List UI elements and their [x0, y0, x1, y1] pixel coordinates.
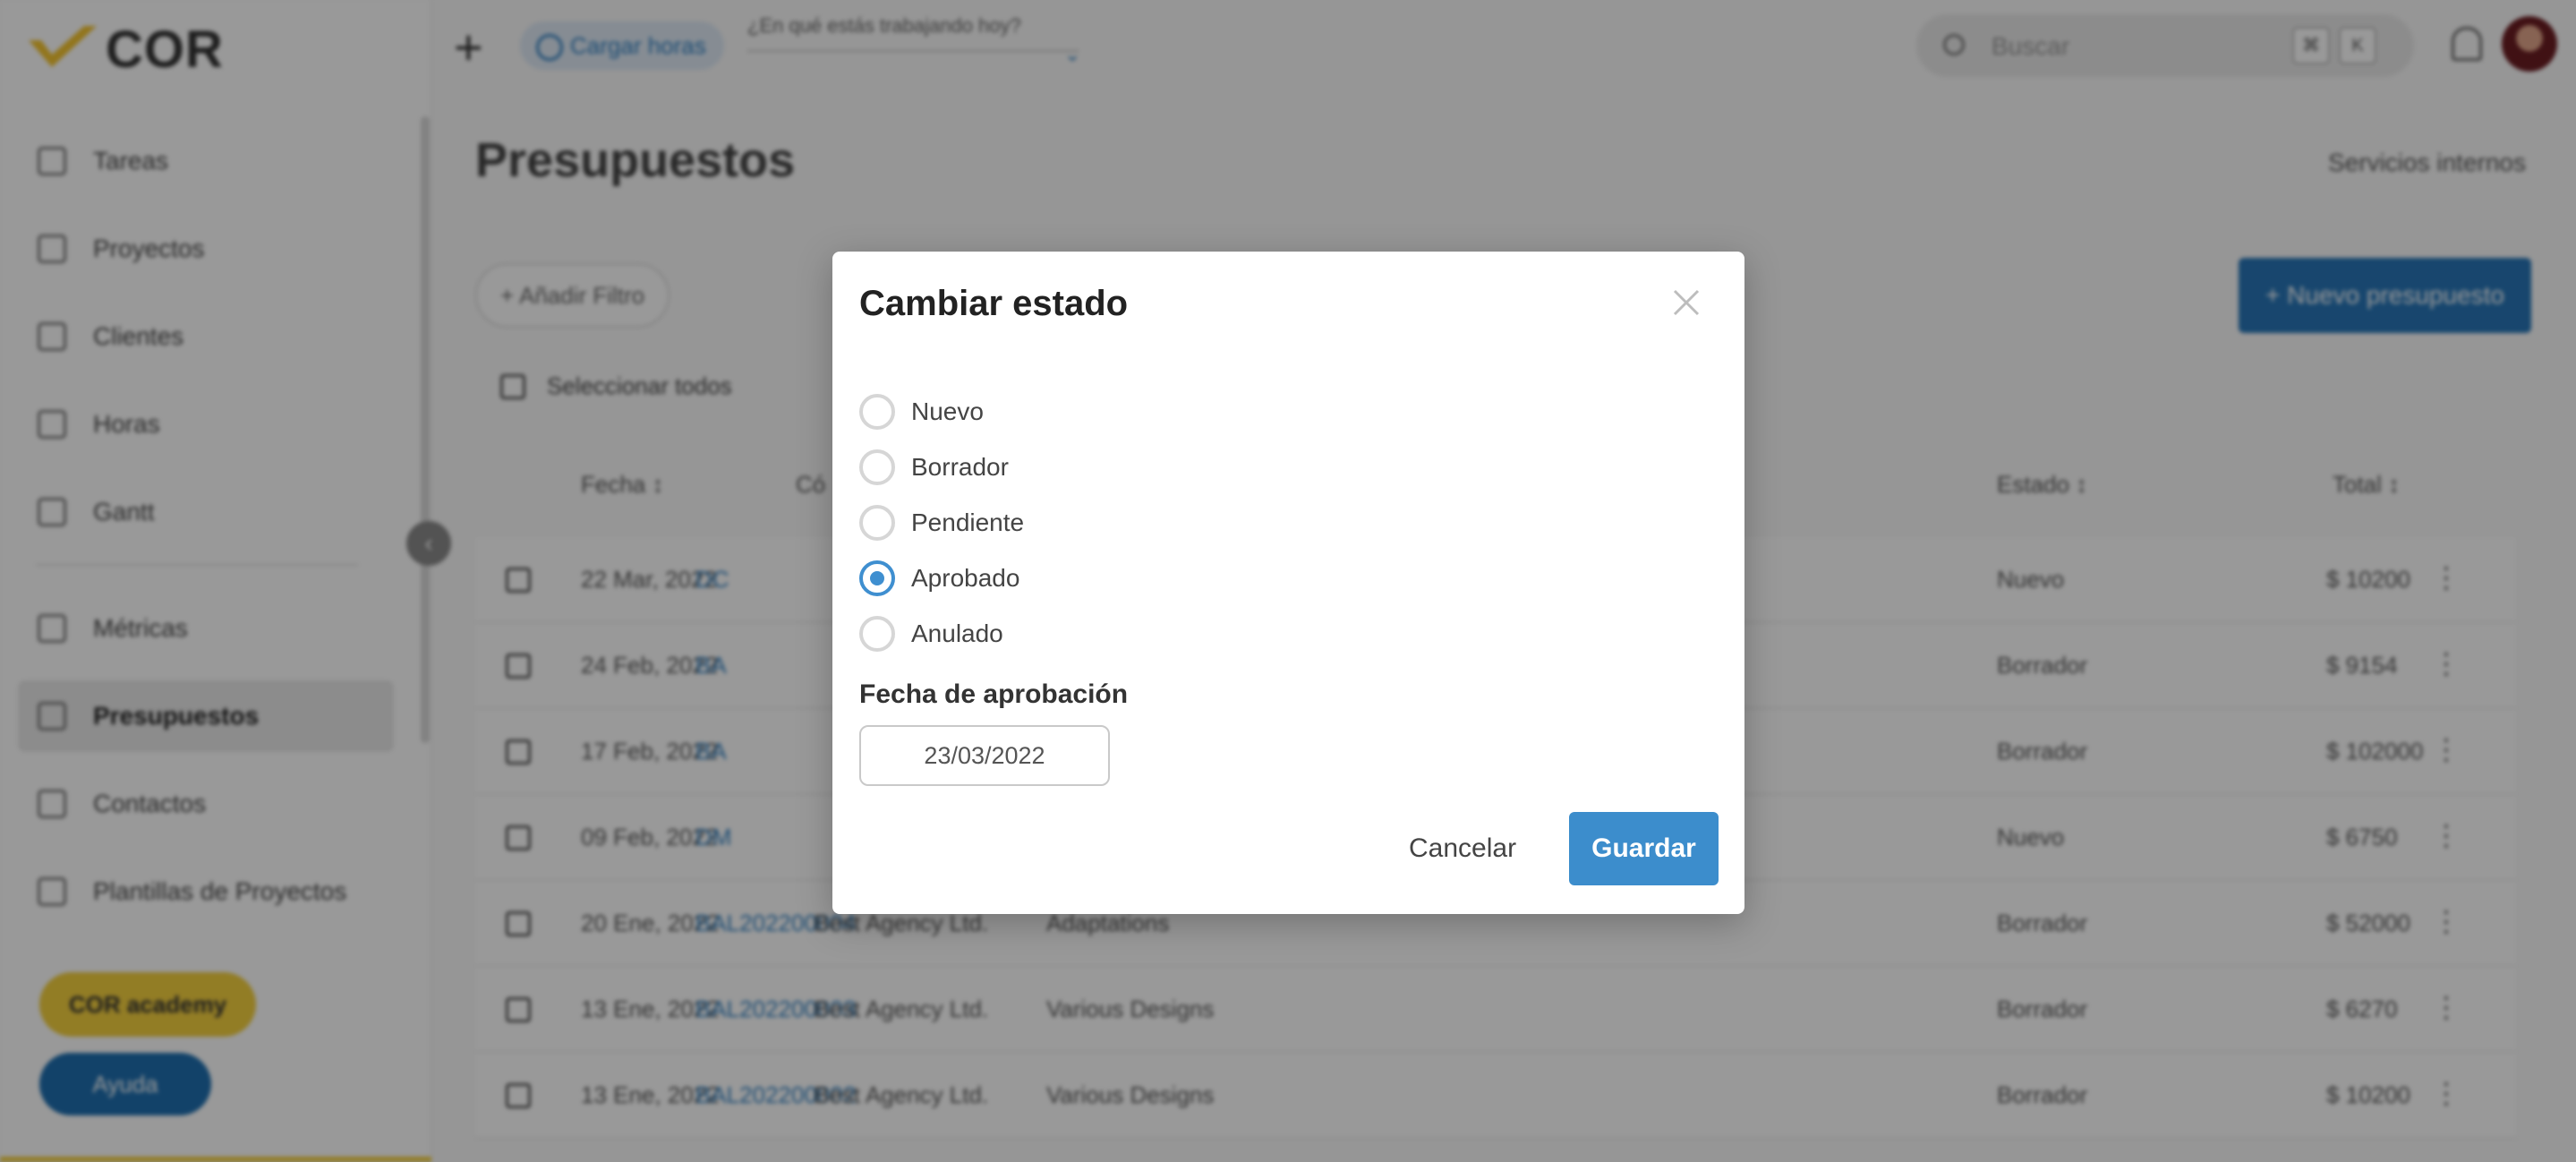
radio-label: Anulado: [911, 619, 1003, 647]
status-option-nuevo[interactable]: Nuevo: [859, 384, 1024, 440]
radio-borrador[interactable]: [859, 449, 895, 485]
radio-label: Aprobado: [911, 564, 1020, 592]
approval-date-label: Fecha de aprobación: [859, 679, 1129, 709]
radio-pendiente[interactable]: [859, 505, 895, 541]
radio-label: Pendiente: [911, 508, 1025, 536]
status-option-pendiente[interactable]: Pendiente: [859, 495, 1024, 551]
approval-date-input[interactable]: [859, 725, 1110, 786]
status-option-borrador[interactable]: Borrador: [859, 440, 1024, 495]
status-radio-group: Nuevo Borrador Pendiente Aprobado Anulad…: [859, 384, 1024, 662]
change-status-modal: Cambiar estado Nuevo Borrador Pendiente …: [832, 252, 1744, 914]
radio-label: Borrador: [911, 453, 1009, 481]
radio-label: Nuevo: [911, 397, 984, 425]
radio-aprobado[interactable]: [859, 560, 895, 596]
modal-title: Cambiar estado: [859, 284, 1129, 323]
save-button[interactable]: Guardar: [1569, 812, 1719, 885]
close-icon[interactable]: [1671, 287, 1702, 318]
cancel-button[interactable]: Cancelar: [1395, 812, 1531, 885]
radio-anulado[interactable]: [859, 616, 895, 652]
status-option-aprobado[interactable]: Aprobado: [859, 551, 1024, 606]
radio-nuevo[interactable]: [859, 394, 895, 430]
status-option-anulado[interactable]: Anulado: [859, 606, 1024, 662]
